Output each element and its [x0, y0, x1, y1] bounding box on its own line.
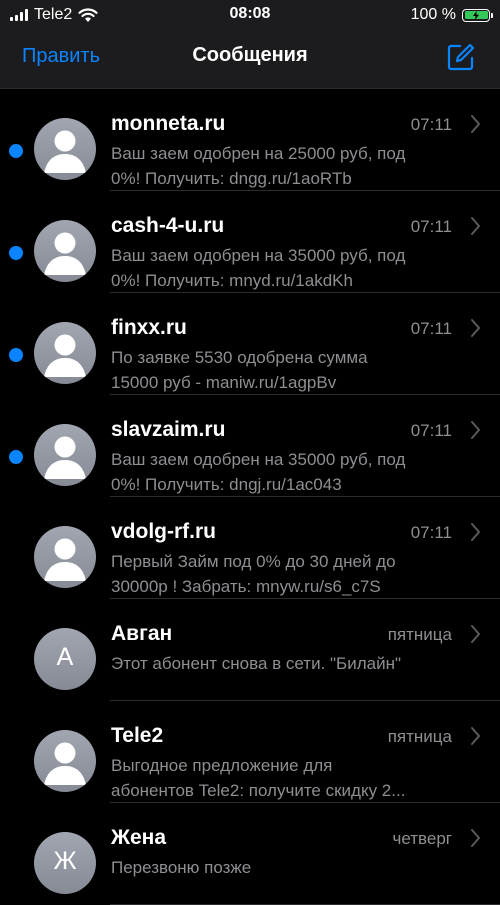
preview-line: Выгодное предложение для [111, 756, 333, 775]
chevron-right-icon [471, 115, 480, 133]
avatar: А [34, 628, 96, 690]
chevron-right-icon [471, 319, 480, 337]
sender-name: Жена [111, 826, 167, 849]
contact-person-icon [34, 436, 96, 486]
message-time: 07:11 [410, 217, 452, 236]
page-title: Сообщения [192, 44, 308, 66]
conversation-row[interactable]: Ж Жена четверг Перезвоню позже [0, 803, 500, 905]
avatar: Ж [34, 832, 96, 894]
message-preview: Ваш заем одобрен на 35000 руб, под 0%! По… [111, 243, 481, 293]
chevron-right-icon [471, 727, 480, 745]
sender-name: monneta.ru [111, 112, 226, 135]
message-time: 07:11 [410, 421, 452, 440]
chevron-right-icon [471, 523, 480, 541]
status-right: 100 % [410, 4, 493, 26]
avatar [34, 424, 96, 486]
sender-name: Tele2 [111, 724, 164, 747]
message-preview: Ваш заем одобрен на 25000 руб, под 0%! По… [111, 141, 481, 191]
charging-bolt-icon [473, 10, 479, 20]
message-list: monneta.ru 07:11 Ваш заем одобрен на 25000… [0, 89, 500, 905]
preview-line: 0%! Получить: mnyd.ru/1akdKh [111, 271, 353, 290]
contact-person-icon [34, 130, 96, 180]
sender-name: Авган [111, 622, 173, 645]
conversation-row[interactable]: monneta.ru 07:11 Ваш заем одобрен на 25000… [0, 89, 500, 191]
avatar [34, 118, 96, 180]
preview-line: Ваш заем одобрен на 25000 руб, под [111, 144, 406, 163]
avatar [34, 322, 96, 384]
message-time: 07:11 [410, 523, 452, 542]
preview-line: Ваш заем одобрен на 35000 руб, под [111, 246, 406, 265]
chevron-right-icon [471, 625, 480, 643]
message-time: пятница [387, 625, 452, 644]
unread-dot [9, 450, 23, 464]
message-preview: Перезвоню позже [111, 855, 481, 880]
nav-bar: Править Сообщения [0, 30, 500, 89]
unread-dot [9, 348, 23, 362]
chevron-right-icon [471, 829, 480, 847]
preview-line: Ваш заем одобрен на 35000 руб, под [111, 450, 406, 469]
avatar-initial: А [56, 643, 74, 671]
sender-name: finxx.ru [111, 316, 187, 339]
contact-person-icon [34, 742, 96, 792]
message-preview: По заявке 5530 одобрена сумма 15000 руб -… [111, 345, 481, 395]
message-time: 07:11 [410, 115, 452, 134]
avatar [34, 220, 96, 282]
contact-person-icon [34, 232, 96, 282]
preview-line: Перезвоню позже [111, 858, 252, 877]
battery-percent: 100 % [410, 6, 456, 23]
contact-person-icon [34, 538, 96, 588]
preview-line: Первый Займ под 0% до 30 дней до [111, 552, 396, 571]
conversation-row[interactable]: cash-4-u.ru 07:11 Ваш заем одобрен на 3500… [0, 191, 500, 293]
preview-line: абонентов Tele2: получите скидку 2... [111, 781, 406, 800]
contact-person-icon [34, 334, 96, 384]
message-preview: Этот абонент снова в сети. "Билайн" [111, 651, 481, 676]
avatar [34, 730, 96, 792]
preview-line: 0%! Получить: dngj.ru/1ac043 [111, 475, 342, 494]
compose-icon[interactable] [446, 42, 476, 72]
message-preview: Выгодное предложение для абонентов Tele2:… [111, 753, 481, 803]
sender-name: vdolg-rf.ru [111, 520, 216, 543]
preview-line: 0%! Получить: dngg.ru/1aoRTb [111, 169, 352, 188]
avatar-initial: Ж [53, 847, 77, 875]
chevron-right-icon [471, 217, 480, 235]
preview-line: Этот абонент снова в сети. "Билайн" [111, 654, 402, 673]
preview-line: 15000 руб - maniw.ru/1agpBv [111, 373, 337, 392]
preview-line: По заявке 5530 одобрена сумма [111, 348, 368, 367]
avatar [34, 526, 96, 588]
message-time: 07:11 [410, 319, 452, 338]
battery-level [464, 10, 488, 20]
battery-icon [462, 8, 493, 22]
sender-name: cash-4-u.ru [111, 214, 225, 237]
conversation-row[interactable]: finxx.ru 07:11 По заявке 5530 одобрена сум… [0, 293, 500, 395]
status-bar: Tele2 08:08 100 % [0, 0, 500, 30]
conversation-row[interactable]: А Авган пятница Этот абонент снова в сети. … [0, 599, 500, 701]
conversation-row[interactable]: slavzaim.ru 07:11 Ваш заем одобрен на 3500… [0, 395, 500, 497]
conversation-row[interactable]: vdolg-rf.ru 07:11 Первый Займ под 0% до 30… [0, 497, 500, 599]
conversation-row[interactable]: Tele2 пятница Выгодное предложение для абон… [0, 701, 500, 803]
sender-name: slavzaim.ru [111, 418, 226, 441]
unread-dot [9, 144, 23, 158]
message-time: пятница [387, 727, 452, 746]
message-preview: Первый Займ под 0% до 30 дней до 30000р !… [111, 549, 481, 599]
unread-dot [9, 246, 23, 260]
preview-line: 30000р ! Забрать: mnyw.ru/s6_c7S [111, 577, 381, 596]
chevron-right-icon [471, 421, 480, 439]
message-time: четверг [392, 829, 452, 848]
message-preview: Ваш заем одобрен на 35000 руб, под 0%! По… [111, 447, 481, 497]
